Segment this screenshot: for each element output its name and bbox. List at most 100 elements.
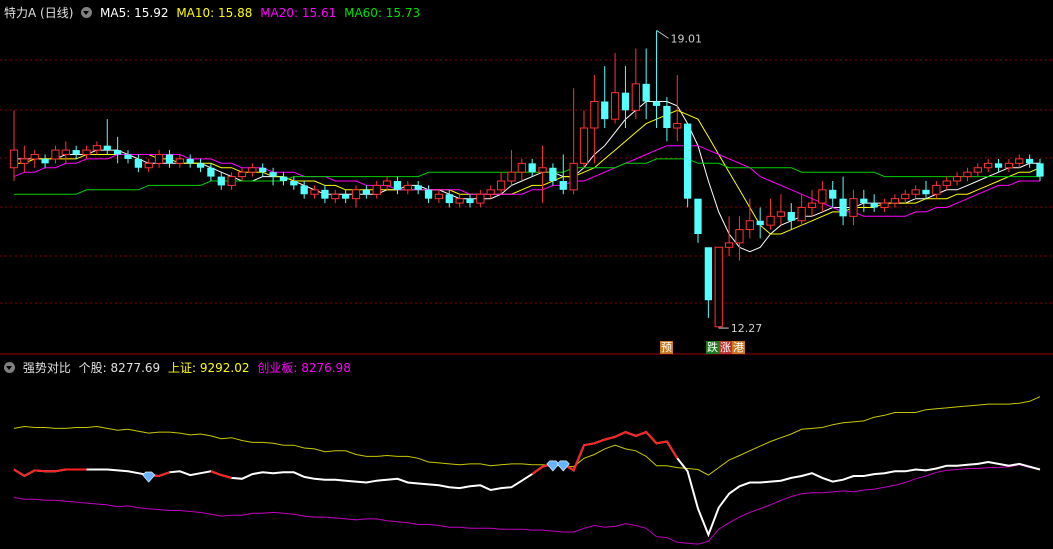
- sh-index-value: 9292.02: [199, 361, 250, 375]
- candle-body: [952, 176, 962, 182]
- candle-body: [82, 149, 91, 155]
- candle-body: [901, 193, 910, 200]
- sh-index-label: 上证:: [168, 361, 197, 375]
- line-shanghai: [13, 396, 1041, 476]
- candle-body: [372, 184, 381, 195]
- candle-body: [652, 101, 661, 106]
- chart-canvas: 19.01 12.27: [0, 29, 1053, 545]
- candle-body: [538, 167, 547, 173]
- candle-body: [922, 189, 930, 195]
- ma5-value: 15.92: [134, 6, 169, 20]
- candle-body: [331, 193, 340, 200]
- candle-body: [310, 189, 319, 195]
- candle-body: [207, 167, 215, 177]
- high-pointer: [656, 29, 669, 39]
- candle-body: [911, 189, 920, 195]
- candle-body: [590, 101, 599, 129]
- candle-body: [860, 198, 868, 204]
- main-chart-grid: [0, 59, 1053, 304]
- candle-body: [1036, 163, 1044, 177]
- candle-body: [549, 167, 557, 181]
- candle-body: [610, 92, 620, 120]
- candlestick-series: [9, 30, 1044, 329]
- candle-body: [290, 181, 298, 186]
- candle-body: [269, 172, 277, 177]
- ma20-label: MA20:: [260, 6, 299, 20]
- candle-body: [766, 215, 775, 226]
- candle-body: [932, 184, 941, 195]
- stock-title[interactable]: 特力A (日线): [4, 6, 73, 20]
- marker-zhang[interactable]: 涨: [719, 341, 732, 354]
- candle-body: [351, 189, 361, 200]
- candle-body: [196, 163, 205, 168]
- cyb-index-label: 创业板:: [257, 361, 298, 375]
- ma20-value: 15.61: [301, 6, 337, 20]
- indicator-title[interactable]: 强势对比: [23, 361, 71, 375]
- candle-body: [849, 198, 858, 217]
- candle-body: [776, 211, 786, 217]
- candle-body: [300, 185, 308, 195]
- indicator-header: 强势对比 个股: 8277.69 上证: 9292.02 创业板: 8276.9…: [4, 359, 355, 376]
- candle-body: [756, 220, 764, 226]
- marker-die[interactable]: 跌: [706, 341, 719, 354]
- candle-body: [507, 171, 516, 182]
- diamond-icon: [142, 471, 156, 483]
- ma-line-ma60: [14, 158, 1040, 195]
- candle-body: [486, 189, 495, 195]
- candle-body: [259, 167, 267, 173]
- candle-body: [476, 193, 485, 204]
- candle-body: [362, 189, 370, 195]
- stock-strength-label: 个股:: [78, 361, 107, 375]
- marker-gang[interactable]: 港: [732, 341, 745, 354]
- ma10-label: MA10:: [176, 6, 215, 20]
- candle-body: [880, 202, 889, 208]
- candle-body: [279, 176, 288, 181]
- candle-body: [684, 123, 692, 199]
- ma60-label: MA60:: [344, 6, 382, 20]
- candle-body: [601, 101, 609, 120]
- candle-body: [621, 92, 630, 111]
- dropdown-icon[interactable]: [81, 7, 93, 18]
- candle-body: [984, 162, 993, 169]
- candle-body: [20, 158, 29, 164]
- candle-body: [559, 181, 567, 190]
- candle-body: [424, 189, 433, 199]
- line-stock-strong: [13, 468, 87, 478]
- marker-yu[interactable]: 预: [660, 341, 673, 354]
- candle-body: [144, 162, 153, 169]
- candle-body: [528, 163, 536, 173]
- candle-body: [496, 180, 506, 191]
- candle-body: [237, 171, 247, 178]
- candle-body: [114, 150, 122, 155]
- candle-body: [1015, 158, 1024, 164]
- candle-body: [787, 211, 795, 221]
- strength-compare-lines: [13, 396, 1041, 545]
- candle-body: [103, 145, 111, 151]
- candle-body: [963, 171, 972, 178]
- candle-body: [72, 150, 80, 155]
- ma60-value: 15.73: [385, 6, 421, 20]
- candle-body: [9, 149, 19, 169]
- candle-body: [445, 194, 453, 204]
- stock-strength-value: 8277.69: [110, 361, 161, 375]
- high-price-label: 19.01: [671, 32, 703, 45]
- candle-body: [41, 158, 49, 164]
- dropdown-icon[interactable]: [4, 362, 15, 373]
- candle-body: [735, 229, 744, 244]
- candle-body: [134, 158, 142, 168]
- main-chart-header: 特力A (日线) MA5: 15.92 MA10: 15.88 MA20: 15…: [4, 4, 424, 21]
- candle-body: [797, 207, 806, 222]
- candle-body: [434, 193, 444, 200]
- candle-body: [30, 154, 39, 160]
- candle-body: [818, 189, 827, 204]
- candle-body: [1004, 162, 1014, 169]
- candle-body: [994, 163, 1003, 168]
- candle-body: [714, 246, 723, 328]
- candle-body: [724, 242, 734, 248]
- candle-body: [124, 154, 132, 159]
- candle-body: [92, 145, 102, 151]
- candle-body: [455, 198, 464, 204]
- candle-body: [393, 181, 402, 190]
- candle-body: [248, 167, 257, 173]
- candle-body: [1026, 158, 1034, 164]
